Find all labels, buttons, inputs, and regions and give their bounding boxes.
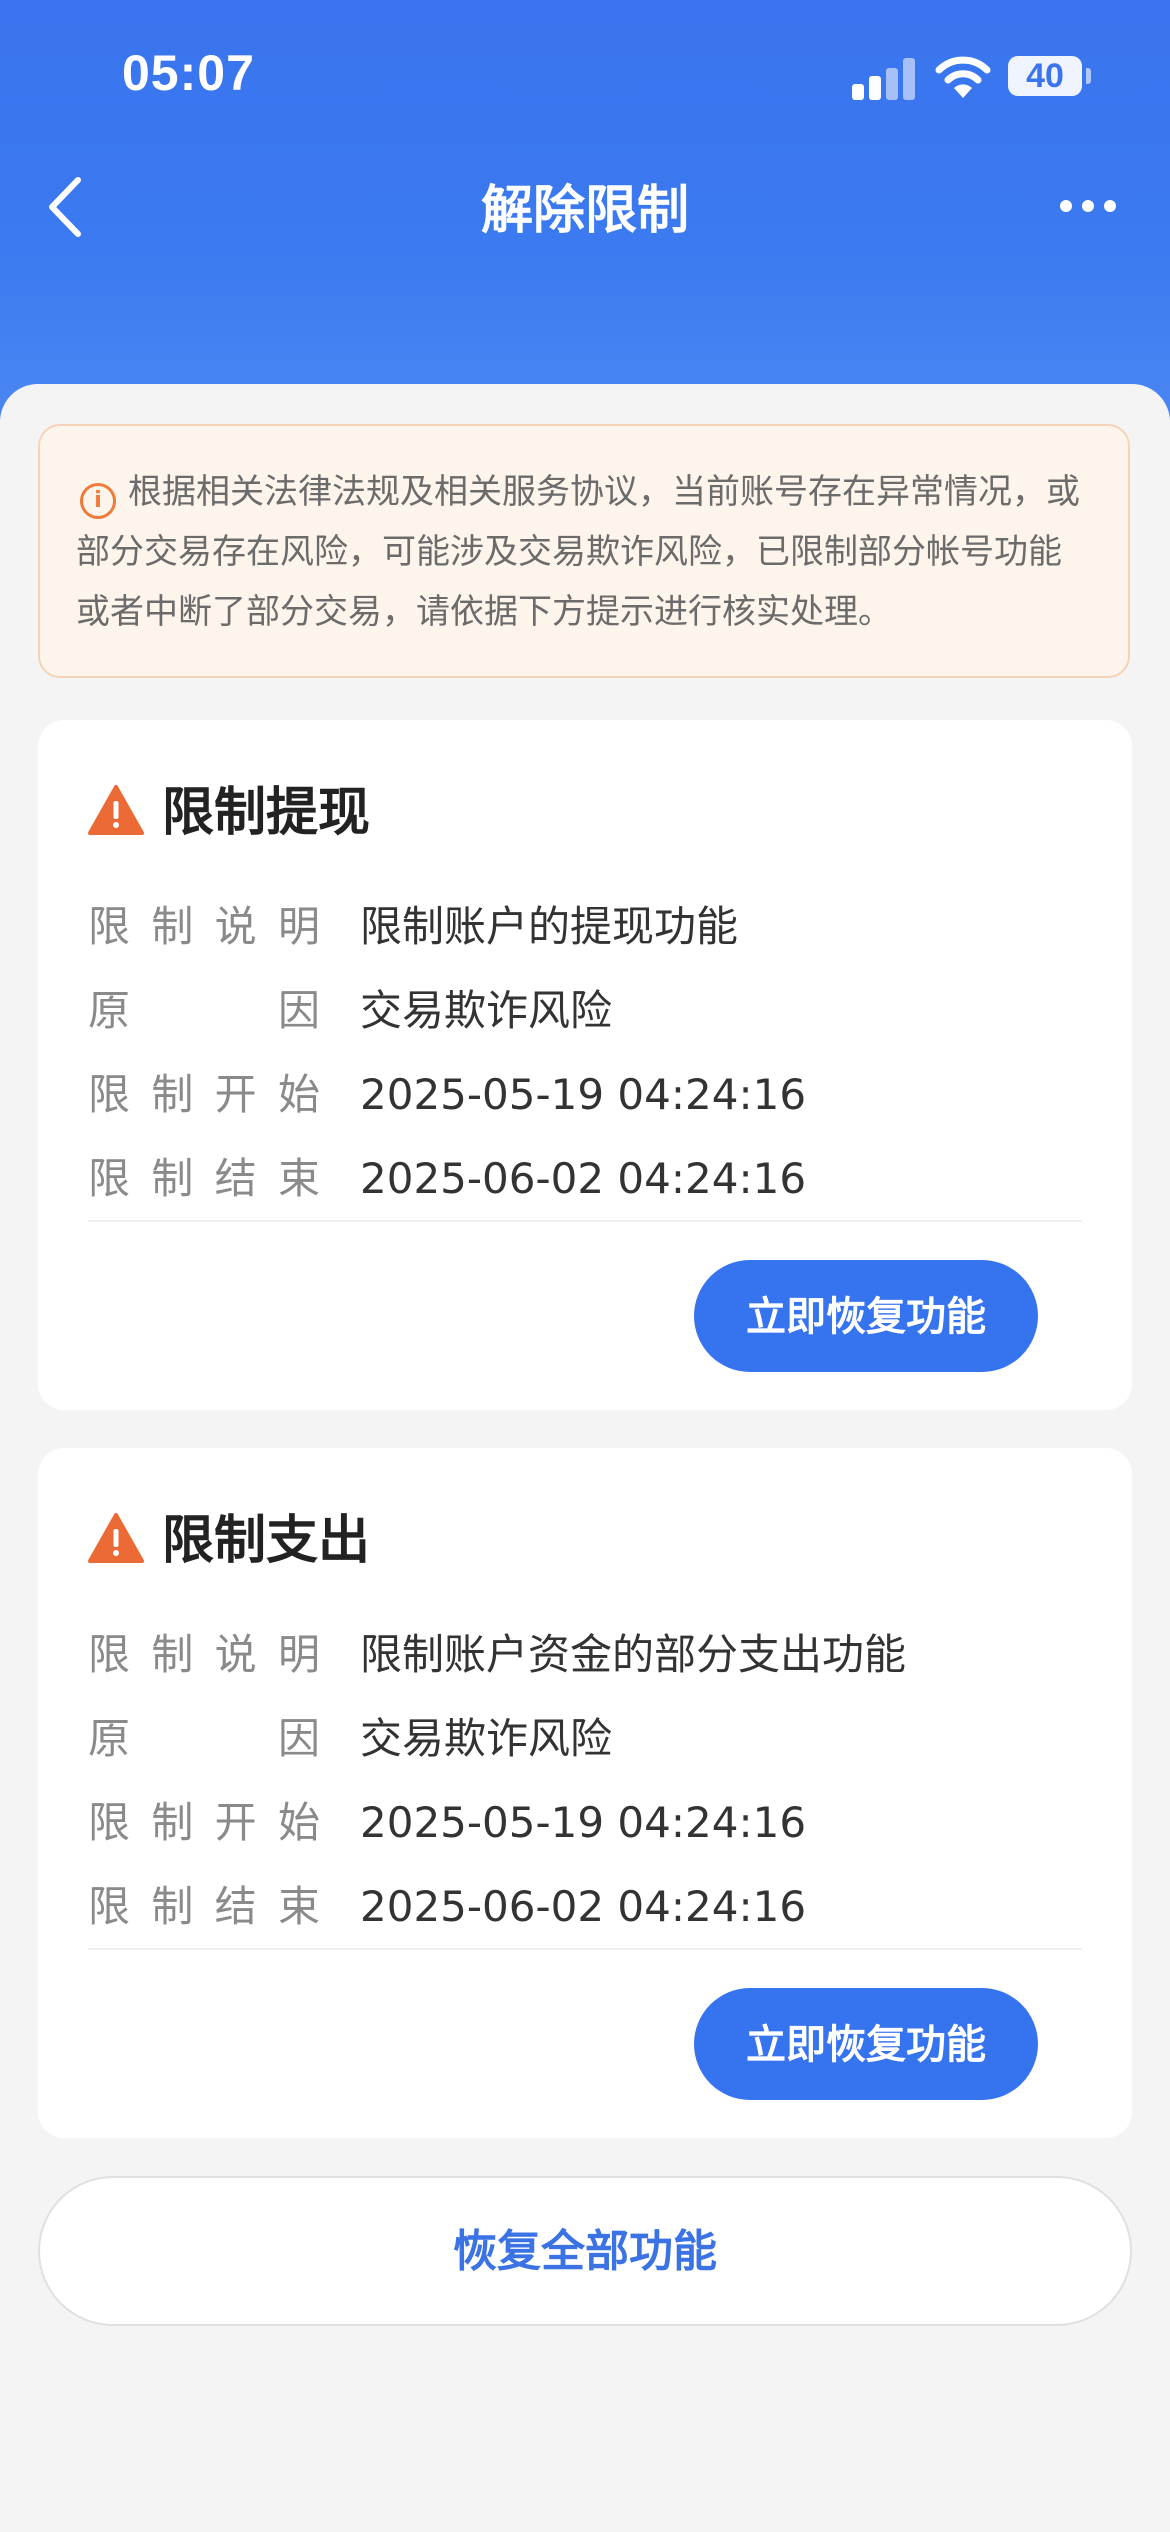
row-value: 2025-06-02 04:24:16 [360, 1154, 807, 1203]
divider [88, 1220, 1082, 1222]
card-title: 限制提现 [162, 783, 371, 843]
restriction-card-withdraw: 限制提现 限制说明 限制账户的提现功能 原因 交易欺诈风险 限制开始 2025-… [38, 720, 1132, 1410]
more-icon[interactable] [1060, 196, 1116, 216]
restriction-card-spending: 限制支出 限制说明 限制账户资金的部分支出功能 原因 交易欺诈风险 限制开始 2… [38, 1448, 1132, 2138]
cellular-signal-icon [852, 58, 916, 100]
row-label: 限制结束 [88, 1882, 320, 1931]
row-value: 2025-06-02 04:24:16 [360, 1882, 807, 1931]
row-value: 限制账户的提现功能 [360, 902, 739, 951]
row-value: 交易欺诈风险 [360, 1714, 613, 1763]
battery-icon: 40 [1008, 56, 1082, 96]
row-label: 原因 [88, 986, 320, 1035]
page-title: 解除限制 [480, 181, 689, 241]
status-time: 05:07 [122, 45, 255, 101]
card-title: 限制支出 [162, 1511, 371, 1571]
battery-tip [1086, 68, 1091, 84]
restore-all-button[interactable]: 恢复全部功能 [38, 2176, 1132, 2326]
restore-withdraw-button[interactable]: 立即恢复功能 [694, 1260, 1038, 1372]
divider [88, 1948, 1082, 1950]
row-value: 交易欺诈风险 [360, 986, 613, 1035]
notice-text: 根据相关法律法规及相关服务协议，当前账号存在异常情况，或部分交易存在风险，可能涉… [76, 472, 1080, 632]
row-label: 限制开始 [88, 1070, 320, 1119]
row-label: 限制开始 [88, 1798, 320, 1847]
risk-notice: i 根据相关法律法规及相关服务协议，当前账号存在异常情况，或部分交易存在风险，可能… [38, 424, 1130, 678]
row-value: 2025-05-19 04:24:16 [360, 1798, 807, 1847]
row-label: 限制结束 [88, 1154, 320, 1203]
row-label: 限制说明 [88, 902, 320, 951]
row-value: 2025-05-19 04:24:16 [360, 1070, 807, 1119]
info-icon: i [80, 483, 116, 519]
row-label: 限制说明 [88, 1630, 320, 1679]
wifi-icon [935, 56, 991, 98]
row-label: 原因 [88, 1714, 320, 1763]
restore-spending-button[interactable]: 立即恢复功能 [694, 1988, 1038, 2100]
row-value: 限制账户资金的部分支出功能 [360, 1630, 907, 1679]
